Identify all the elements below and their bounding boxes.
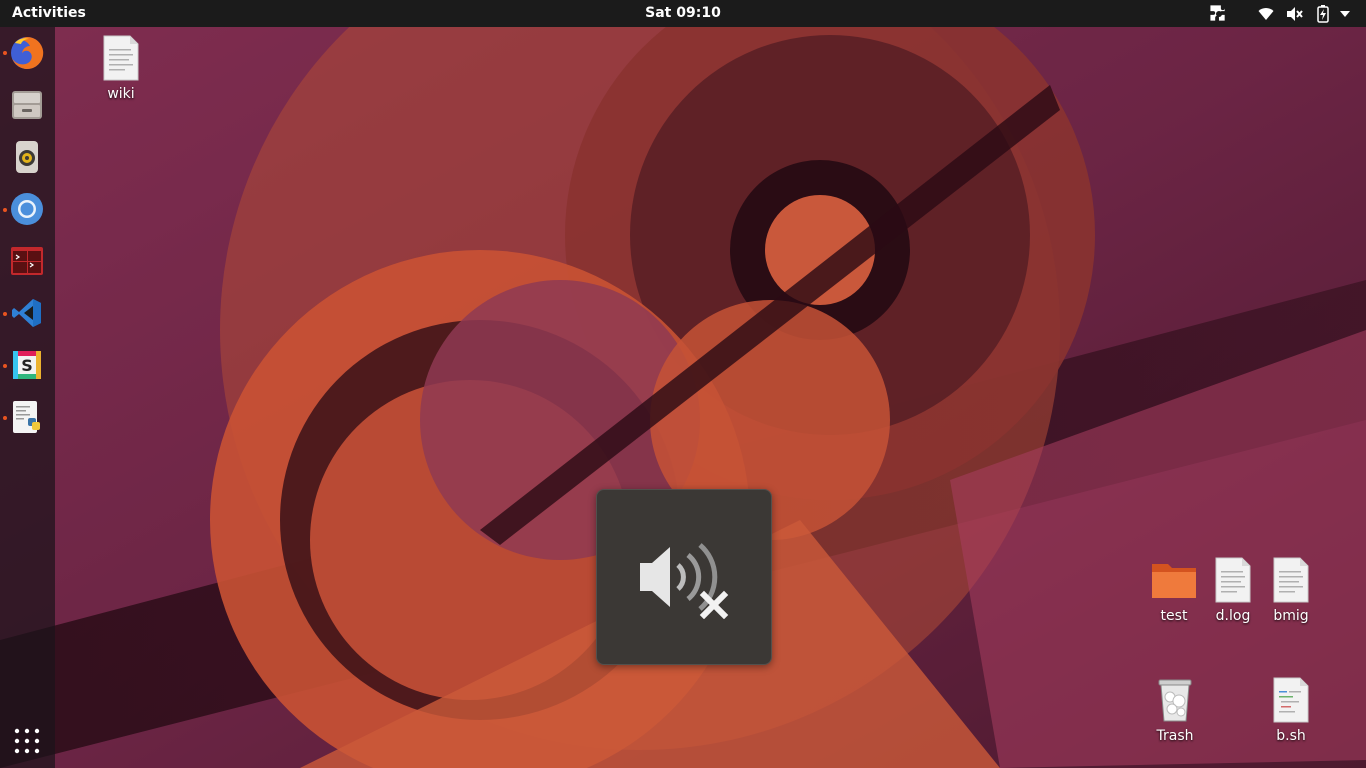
clock[interactable]: Sat 09:10 <box>645 5 721 21</box>
svg-text:S: S <box>21 356 33 375</box>
dock-item-rhythmbox[interactable] <box>7 137 47 177</box>
text-file-icon <box>1209 556 1257 604</box>
dock-item-python-editor[interactable] <box>7 397 47 437</box>
desktop-icon-b-sh[interactable]: b.sh <box>1256 676 1326 744</box>
terminal-icon <box>11 247 43 275</box>
dock-item-firefox[interactable] <box>7 33 47 73</box>
grid-icon <box>14 728 40 754</box>
volume-muted-icon <box>640 543 729 619</box>
dock-item-files[interactable] <box>7 85 47 125</box>
script-file-icon <box>1267 676 1315 724</box>
vscode-icon <box>12 299 41 327</box>
text-file-icon <box>1267 556 1315 604</box>
system-menu-arrow-icon[interactable] <box>1337 0 1353 27</box>
dock-item-vscode[interactable] <box>7 293 47 333</box>
music-player-icon <box>16 141 38 173</box>
trash-icon <box>1151 676 1199 724</box>
volume-muted-icon[interactable] <box>1284 0 1306 27</box>
folder-icon <box>1150 556 1198 604</box>
battery-charging-icon[interactable] <box>1314 0 1332 27</box>
python-file-icon <box>13 401 40 433</box>
dock-item-terminal[interactable] <box>7 241 47 281</box>
clock-container: Sat 09:10 <box>0 0 1366 27</box>
desktop-icon-trash[interactable]: Trash <box>1140 676 1210 744</box>
desktop-icon-wiki[interactable]: wiki <box>86 34 156 102</box>
puzzle-icon[interactable] <box>1207 0 1231 27</box>
desktop-icon-label: b.sh <box>1276 728 1306 744</box>
desktop-icon-label: Trash <box>1156 728 1194 744</box>
firefox-icon <box>11 36 44 69</box>
slack-icon: S <box>13 351 41 379</box>
desktop-icon-label: bmig <box>1273 608 1309 624</box>
wifi-icon[interactable] <box>1256 0 1276 27</box>
show-applications-button[interactable] <box>13 727 41 755</box>
top-panel: Activities Sat 09:10 <box>0 0 1366 27</box>
dock: S <box>0 27 55 768</box>
dock-item-slack[interactable]: S <box>7 345 47 385</box>
desktop-icon-label: d.log <box>1215 608 1251 624</box>
text-file-icon <box>97 34 145 82</box>
dock-item-chromium[interactable] <box>7 189 47 229</box>
volume-osd <box>596 489 772 665</box>
desktop-icon-bmig[interactable]: bmig <box>1256 556 1326 624</box>
desktop-icon-label: test <box>1160 608 1188 624</box>
files-icon <box>12 91 42 119</box>
activities-button[interactable]: Activities <box>12 0 86 27</box>
desktop-icon-label: wiki <box>107 86 135 102</box>
chromium-icon <box>11 193 43 225</box>
